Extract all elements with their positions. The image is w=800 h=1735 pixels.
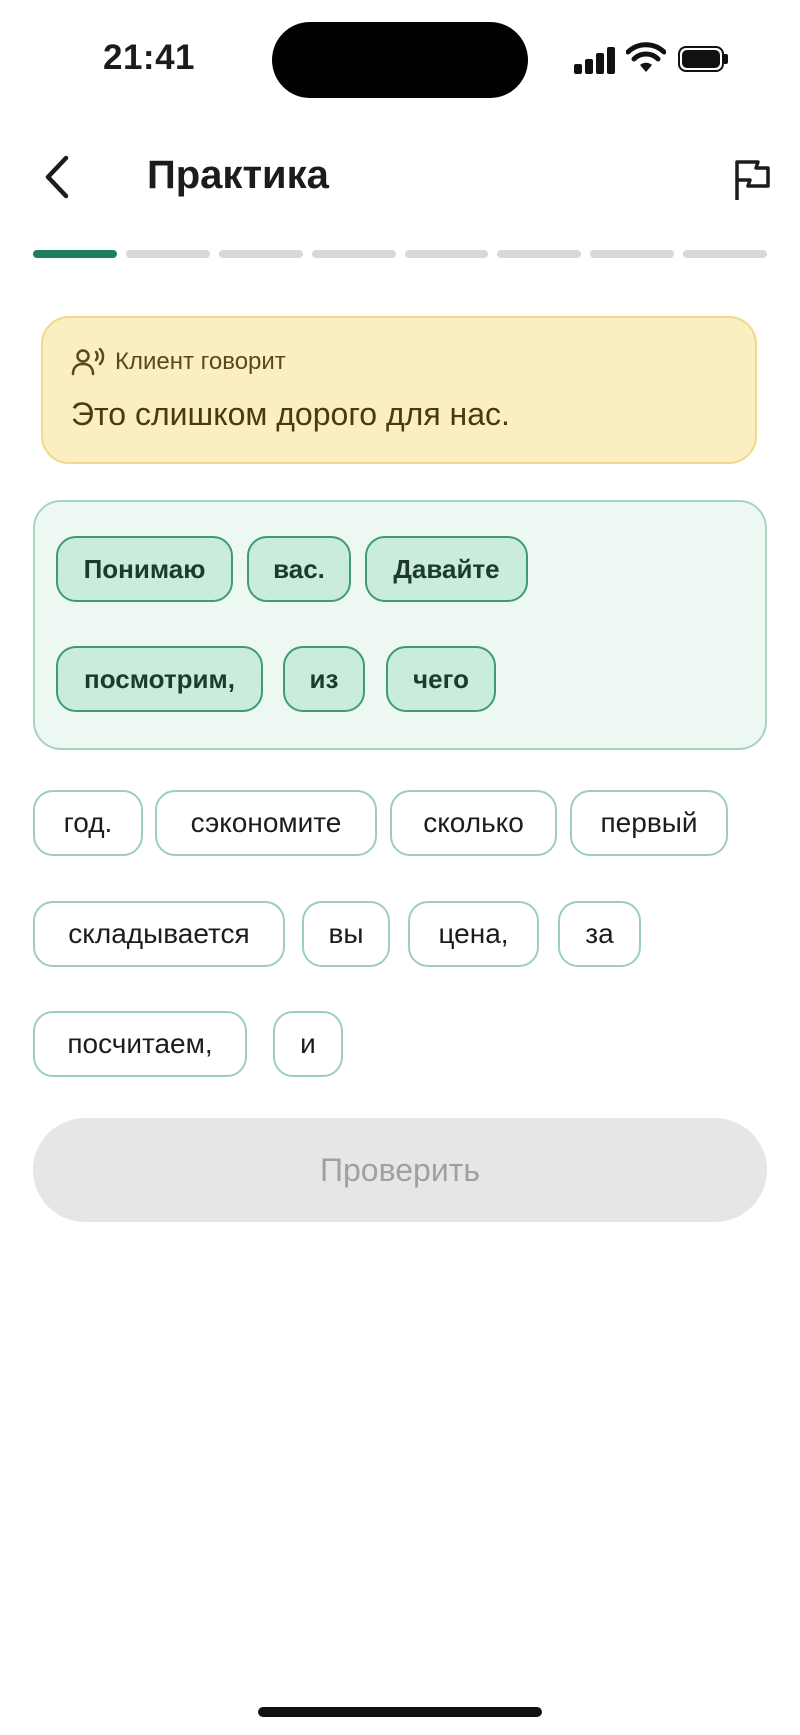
client-phrase: Это слишком дорого для нас. xyxy=(71,396,510,432)
dynamic-island xyxy=(272,22,528,98)
report-flag-icon[interactable] xyxy=(732,158,772,202)
word-chip[interactable]: и xyxy=(273,1011,343,1077)
battery-icon xyxy=(678,46,728,72)
home-indicator xyxy=(258,1707,542,1717)
check-button[interactable]: Проверить xyxy=(33,1118,767,1222)
selected-word-chip[interactable]: Давайте xyxy=(365,536,528,602)
answer-area[interactable]: Понимаю вас. Давайте посмотрим, из чего xyxy=(33,500,767,750)
progress-segment xyxy=(683,250,767,258)
word-chip[interactable]: за xyxy=(558,901,641,967)
status-time: 21:41 xyxy=(103,38,196,77)
word-chip[interactable]: сэкономите xyxy=(155,790,377,856)
lesson-progress-bar xyxy=(33,250,767,258)
person-speaking-icon xyxy=(71,348,105,376)
client-label: Клиент говорит xyxy=(115,348,286,375)
progress-segment xyxy=(218,250,303,258)
progress-segment xyxy=(311,250,396,258)
word-chip[interactable]: цена, xyxy=(408,901,539,967)
progress-segment xyxy=(33,250,117,258)
word-chip[interactable]: складывается xyxy=(33,901,285,967)
wifi-icon xyxy=(626,42,666,72)
word-chip[interactable]: вы xyxy=(302,901,390,967)
page-title: Практика xyxy=(147,153,329,197)
selected-word-chip[interactable]: вас. xyxy=(247,536,351,602)
word-chip[interactable]: первый xyxy=(570,790,728,856)
word-chip[interactable]: посчитаем, xyxy=(33,1011,247,1077)
progress-segment xyxy=(404,250,489,258)
cellular-signal-icon xyxy=(574,46,616,74)
progress-segment xyxy=(497,250,582,258)
word-chip[interactable]: сколько xyxy=(390,790,557,856)
back-chevron-icon[interactable] xyxy=(38,152,78,202)
progress-segment xyxy=(125,250,210,258)
progress-segment xyxy=(590,250,675,258)
selected-word-chip[interactable]: посмотрим, xyxy=(56,646,263,712)
word-chip[interactable]: год. xyxy=(33,790,143,856)
selected-word-chip[interactable]: из xyxy=(283,646,365,712)
selected-word-chip[interactable]: Понимаю xyxy=(56,536,233,602)
client-message-card: Клиент говорит Это слишком дорого для на… xyxy=(41,316,757,464)
selected-word-chip[interactable]: чего xyxy=(386,646,496,712)
